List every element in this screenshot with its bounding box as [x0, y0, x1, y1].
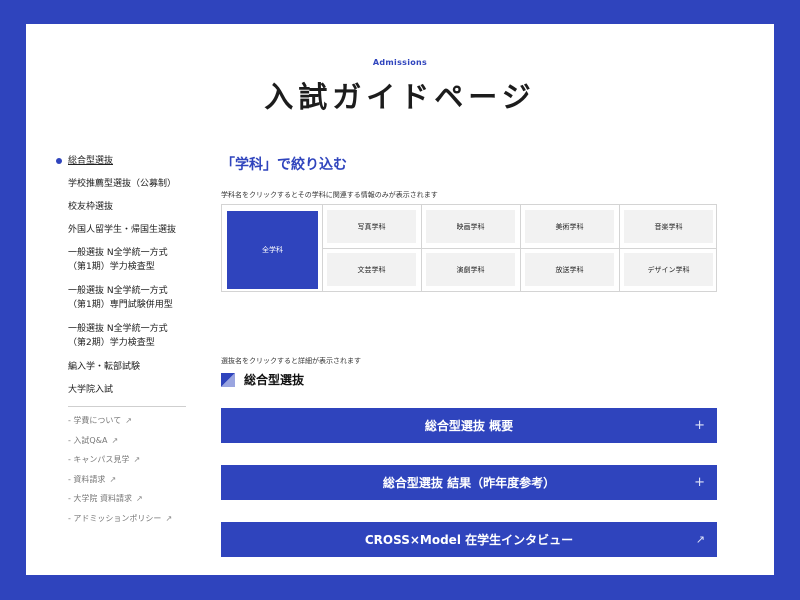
sidebar-link-admission-policy[interactable]: - アドミッションポリシー ↗: [56, 513, 196, 525]
plus-icon: +: [694, 418, 705, 433]
grid-divider: [322, 248, 716, 249]
filter-heading: 「学科」で絞り込む: [221, 157, 347, 173]
filter-department-literary-arts[interactable]: 文芸学科: [327, 253, 416, 286]
accordion-label: CROSS×Model 在学生インタビュー: [364, 533, 574, 547]
external-link-icon: ↗: [135, 494, 143, 503]
link-student-interview[interactable]: CROSS×Model 在学生インタビュー ↗: [221, 522, 717, 557]
accordion-overview[interactable]: 総合型選抜 概要 +: [221, 408, 717, 443]
sidebar-link-label: - キャンパス見学: [68, 455, 130, 464]
sidebar-link-label: - 大学院 資料請求: [68, 494, 132, 503]
accordion-label: 総合型選抜 概要: [424, 419, 514, 433]
sidebar-link-label: - アドミッションポリシー: [68, 513, 162, 523]
filter-department-film[interactable]: 映画学科: [426, 210, 515, 243]
sidebar-item-school-recommendation[interactable]: 学校推薦型選抜（公募制）: [56, 177, 196, 191]
sidebar-link-label: - 入試Q&A: [68, 435, 108, 445]
external-link-icon: ↗: [133, 455, 141, 464]
section-eyebrow: Admissions: [372, 58, 428, 67]
sidebar-item-line: （第1期）専門試験併用型: [68, 300, 173, 310]
sidebar-link-label: - 資料請求: [68, 474, 106, 484]
filter-department-music[interactable]: 音楽学科: [624, 210, 713, 243]
external-link-icon: ↗: [695, 533, 705, 546]
sidebar-item-line: 一般選抜 N全学統一方式: [68, 324, 168, 334]
plus-icon: +: [694, 475, 705, 490]
sidebar-item-line: 一般選抜 N全学統一方式: [68, 286, 168, 296]
sidebar-item-general-n-1-specialized[interactable]: 一般選抜 N全学統一方式 （第1期）専門試験併用型: [56, 284, 196, 312]
external-link-icon: ↗: [165, 513, 173, 523]
sidebar-item-international[interactable]: 外国人留学生・帰国生選抜: [56, 223, 196, 237]
sidebar-item-line: （第1期）学力検査型: [68, 262, 155, 272]
sidebar-item-general-n-1-academic[interactable]: 一般選抜 N全学統一方式 （第1期）学力検査型: [56, 246, 196, 274]
sidebar-link-graduate-brochure[interactable]: - 大学院 資料請求 ↗: [56, 493, 196, 505]
sidebar-link-tuition[interactable]: - 学費について ↗: [56, 415, 196, 427]
selection-heading-text: 総合型選抜: [244, 373, 305, 387]
external-link-icon: ↗: [125, 416, 132, 425]
filter-all-departments-button[interactable]: 全学科: [227, 211, 318, 289]
filter-department-fine-arts[interactable]: 美術学科: [525, 210, 614, 243]
selection-help-text: 選抜名をクリックすると詳細が表示されます: [221, 357, 361, 365]
sidebar-divider: [68, 406, 186, 407]
sidebar-item-transfer[interactable]: 編入学・転部試験: [56, 360, 196, 374]
sidebar-item-graduate[interactable]: 大学院入試: [56, 383, 196, 397]
accordion-label: 総合型選抜 結果（昨年度参考）: [382, 476, 556, 490]
accordion-results[interactable]: 総合型選抜 結果（昨年度参考） +: [221, 465, 717, 500]
sidebar-link-campus-tour[interactable]: - キャンパス見学 ↗: [56, 454, 196, 466]
filter-department-theatre[interactable]: 演劇学科: [426, 253, 515, 286]
sidebar-link-label: - 学費について: [68, 416, 122, 425]
main-content: 「学科」で絞り込む 学科名をクリックするとその学科に関連する情報のみが表示されま…: [221, 154, 721, 557]
filter-department-design[interactable]: デザイン学科: [624, 253, 713, 286]
triangle-icon: [221, 372, 235, 387]
sidebar-item-general-n-2-academic[interactable]: 一般選抜 N全学統一方式 （第2期）学力検査型: [56, 322, 196, 350]
filter-help-text: 学科名をクリックするとその学科に関連する情報のみが表示されます: [221, 191, 438, 199]
sidebar-link-faq[interactable]: - 入試Q&A ↗: [56, 435, 196, 447]
selection-heading: 総合型選抜: [221, 371, 304, 388]
sidebar-item-line: 一般選抜 N全学統一方式: [68, 248, 168, 258]
content-panel: Admissions 入試ガイドページ 総合型選抜 学校推薦型選抜（公募制） 校…: [26, 24, 774, 575]
department-filter-grid: 全学科 写真学科 映画学科 美術学科 音楽学科 文芸学科 演劇学科 放送学科 デ…: [221, 204, 717, 292]
external-link-icon: ↗: [109, 474, 117, 484]
sidebar-item-comprehensive[interactable]: 総合型選抜: [56, 154, 196, 168]
sidebar-item-alumni[interactable]: 校友枠選抜: [56, 200, 196, 214]
filter-department-broadcasting[interactable]: 放送学科: [525, 253, 614, 286]
sidebar-link-brochure[interactable]: - 資料請求 ↗: [56, 474, 196, 486]
page-title: 入試ガイドページ: [264, 80, 536, 114]
sidebar-nav: 総合型選抜 学校推薦型選抜（公募制） 校友枠選抜 外国人留学生・帰国生選抜 一般…: [56, 154, 196, 532]
sidebar-item-line: （第2期）学力検査型: [68, 338, 155, 348]
external-link-icon: ↗: [111, 435, 119, 445]
filter-department-photography[interactable]: 写真学科: [327, 210, 416, 243]
